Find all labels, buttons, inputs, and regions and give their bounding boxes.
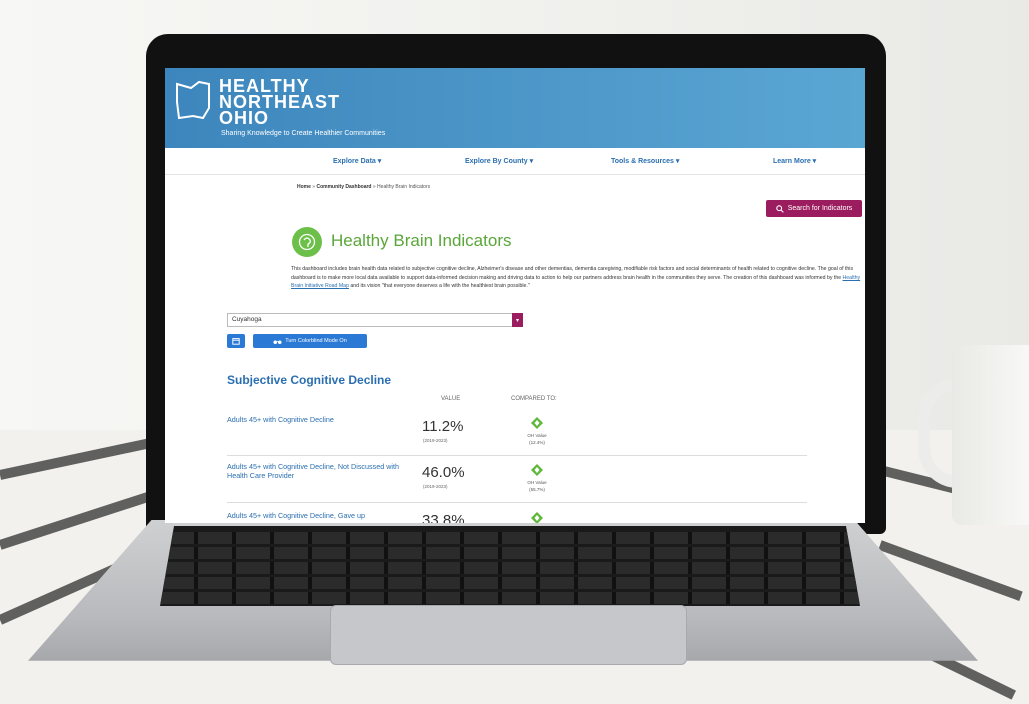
row-divider — [227, 455, 807, 456]
keyboard — [160, 526, 860, 606]
comparison-text: OH Value (55.7%) — [520, 479, 554, 493]
indicator-value: 46.0% — [422, 464, 465, 481]
comparison-text: OH Value (12.4%) — [520, 432, 554, 446]
search-button-label: Search for Indicators — [787, 205, 853, 212]
better-diamond-icon[interactable] — [531, 464, 543, 476]
indicator-link[interactable]: Adults 45+ with Cognitive Decline — [227, 415, 402, 424]
comparison-value: (55.7%) — [529, 487, 545, 492]
breadcrumb: Home » Community Dashboard » Healthy Bra… — [297, 184, 430, 190]
coffee-mug — [952, 345, 1029, 525]
comparison-label: OH Value — [527, 433, 547, 438]
site-logo[interactable]: HEALTHY NORTHEAST OHIO — [219, 77, 340, 128]
colorblind-mode-button[interactable]: Turn Colorblind Mode On — [253, 334, 367, 348]
nav-tools-resources[interactable]: Tools & Resources ▾ — [611, 157, 679, 165]
description-text: This dashboard includes brain health dat… — [291, 266, 854, 281]
breadcrumb-dashboard[interactable]: Community Dashboard — [316, 184, 371, 190]
page-description: This dashboard includes brain health dat… — [291, 265, 861, 291]
nav-explore-by-county[interactable]: Explore By County ▾ — [465, 157, 533, 165]
brain-icon — [292, 227, 322, 257]
indicator-value: 33.8% — [422, 512, 465, 523]
comparison-label: OH Value — [527, 480, 547, 485]
indicator-link[interactable]: Adults 45+ with Cognitive Decline, Gave … — [227, 511, 402, 520]
description-text: and its vision "that everyone deserves a… — [348, 283, 530, 290]
calendar-icon — [232, 338, 240, 345]
column-header-compared: COMPARED TO: — [511, 396, 557, 402]
chevron-down-icon[interactable]: ▾ — [512, 313, 523, 327]
laptop-screen: HEALTHY NORTHEAST OHIO Sharing Knowledge… — [165, 68, 865, 523]
calendar-button[interactable] — [227, 334, 245, 348]
comparison-value: (12.4%) — [529, 440, 545, 445]
column-header-value: VALUE — [441, 396, 461, 402]
indicator-years: (2019-2023) — [423, 484, 448, 489]
brand-line: OHIO — [219, 108, 270, 128]
better-diamond-icon[interactable] — [531, 512, 543, 523]
county-select[interactable]: Cuyahoga — [227, 313, 523, 327]
colorblind-button-label: Turn Colorblind Mode On — [285, 338, 347, 344]
glasses-icon — [273, 339, 282, 344]
row-divider — [227, 502, 807, 503]
site-tagline: Sharing Knowledge to Create Healthier Co… — [221, 130, 386, 137]
indicator-link[interactable]: Adults 45+ with Cognitive Decline, Not D… — [227, 462, 402, 480]
breadcrumb-current: Healthy Brain Indicators — [377, 184, 431, 190]
search-icon — [775, 204, 784, 213]
trackpad — [330, 605, 687, 665]
indicator-years: (2019-2023) — [423, 438, 448, 443]
indicator-value: 11.2% — [422, 418, 464, 435]
ohio-state-icon — [176, 80, 210, 120]
nav-learn-more[interactable]: Learn More ▾ — [773, 157, 816, 165]
site-header: HEALTHY NORTHEAST OHIO Sharing Knowledge… — [165, 68, 865, 148]
main-nav: Explore Data ▾ Explore By County ▾ Tools… — [165, 148, 865, 175]
section-title: Subjective Cognitive Decline — [227, 373, 392, 387]
page-title: Healthy Brain Indicators — [331, 231, 512, 250]
nav-explore-data[interactable]: Explore Data ▾ — [333, 157, 381, 165]
search-indicators-button[interactable]: Search for Indicators — [766, 200, 862, 217]
breadcrumb-home[interactable]: Home — [297, 184, 311, 190]
better-diamond-icon[interactable] — [531, 417, 543, 429]
